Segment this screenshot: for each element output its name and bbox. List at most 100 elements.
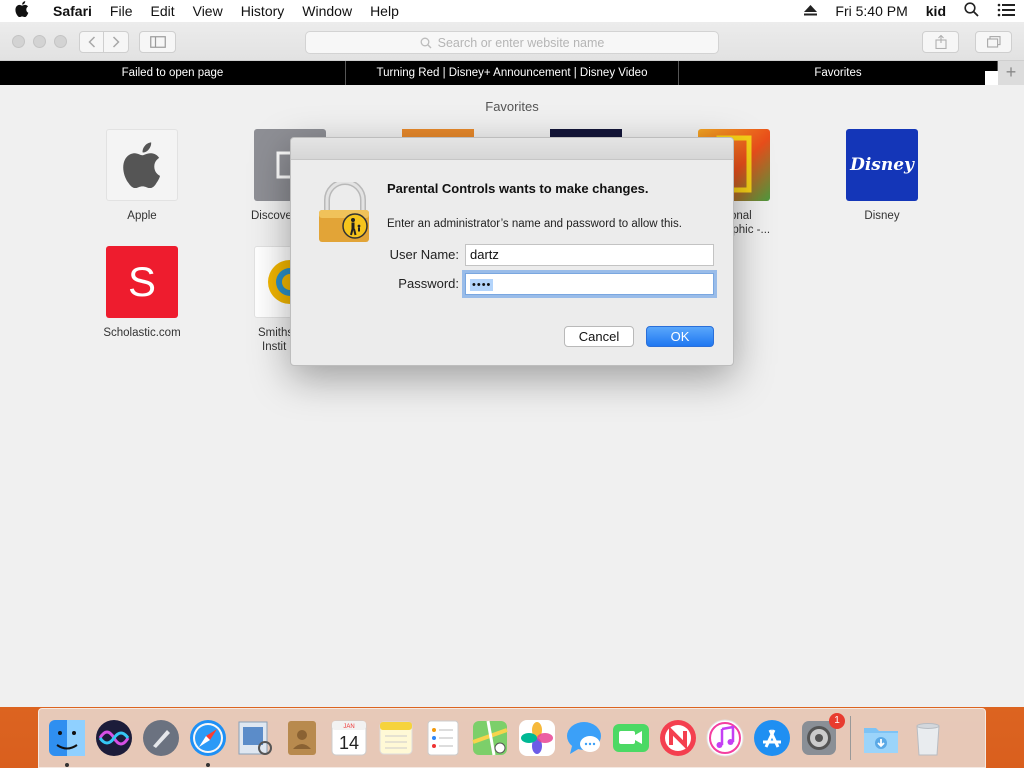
favorite-scholastic[interactable]: S Scholastic.com: [72, 246, 212, 340]
dock-facetime[interactable]: [611, 718, 651, 758]
dialog-title: Parental Controls wants to make changes.: [387, 181, 649, 196]
dock-siri[interactable]: [94, 718, 134, 758]
ok-button[interactable]: OK: [646, 326, 714, 347]
show-tabs-button[interactable]: [975, 31, 1012, 53]
chevron-right-icon: [112, 36, 120, 48]
dock-app-store[interactable]: [752, 718, 792, 758]
menu-safari[interactable]: Safari: [44, 0, 101, 22]
scholastic-logo-icon: S: [106, 246, 178, 318]
dock-trash[interactable]: [908, 718, 948, 758]
menu-window[interactable]: Window: [293, 0, 361, 22]
messages-icon: [567, 722, 601, 754]
favorite-label: Disney: [864, 210, 900, 222]
share-icon: [934, 35, 947, 49]
toolbar: Search or enter website name: [0, 22, 1024, 61]
dock: JAN 14 1: [38, 708, 986, 768]
tabs-overview-icon: [986, 36, 1001, 48]
dock-maps[interactable]: [470, 718, 510, 758]
menu-bar: Safari File Edit View History Window Hel…: [0, 0, 1024, 22]
dock-safari[interactable]: [188, 718, 228, 767]
trash-icon: [916, 723, 940, 756]
dock-contacts[interactable]: [282, 718, 322, 758]
menu-view[interactable]: View: [184, 0, 232, 22]
dock-itunes[interactable]: [705, 718, 745, 758]
photos-icon: [519, 720, 555, 756]
contacts-icon: [288, 721, 316, 755]
favorite-label: Scholastic.com: [103, 327, 181, 339]
sidebar-toggle-button[interactable]: [139, 31, 176, 53]
minimize-window-button[interactable]: [33, 35, 46, 48]
calendar-month: JAN: [343, 724, 354, 730]
share-button[interactable]: [922, 31, 959, 53]
new-tab-button[interactable]: +: [998, 61, 1024, 85]
dock-reminders[interactable]: [423, 718, 463, 758]
favorites-title: Favorites: [485, 99, 539, 114]
menu-help[interactable]: Help: [361, 0, 408, 22]
chevron-left-icon: [87, 36, 95, 48]
address-bar[interactable]: Search or enter website name: [305, 31, 719, 54]
running-indicator: [206, 763, 210, 767]
notification-badge: 1: [829, 713, 845, 729]
news-icon: [660, 720, 696, 756]
menu-history[interactable]: History: [232, 0, 294, 22]
dock-system-preferences[interactable]: 1: [799, 713, 845, 758]
scholastic-logo-text: S: [127, 258, 156, 305]
dock-calendar[interactable]: JAN 14: [329, 718, 369, 758]
notes-icon: [379, 721, 413, 755]
dock-preview[interactable]: [235, 718, 275, 758]
dock-photos[interactable]: [517, 718, 557, 758]
auth-dialog: Parental Controls wants to make changes.…: [290, 137, 734, 366]
menu-edit[interactable]: Edit: [141, 0, 183, 22]
username-field[interactable]: dartz: [465, 244, 714, 266]
tab-favorites[interactable]: Favorites: [679, 61, 998, 85]
parental-controls-lock-icon: [317, 179, 373, 251]
calendar-day: 14: [339, 733, 359, 753]
sidebar-icon: [149, 36, 166, 48]
menubar-user[interactable]: kid: [917, 3, 955, 19]
navigation-buttons: [79, 31, 129, 53]
launchpad-icon: [143, 720, 179, 756]
menu-file[interactable]: File: [101, 0, 142, 22]
maps-icon: [472, 720, 508, 756]
dialog-title-strip: [291, 138, 733, 160]
finder-icon: [49, 720, 85, 756]
siri-icon: [96, 720, 132, 756]
eject-icon[interactable]: [795, 3, 826, 19]
dock-messages[interactable]: [564, 718, 604, 758]
dock-finder[interactable]: [47, 718, 87, 767]
tab-turning-red[interactable]: Turning Red | Disney+ Announcement | Dis…: [346, 61, 679, 85]
dock-downloads[interactable]: [861, 718, 901, 758]
address-placeholder: Search or enter website name: [437, 35, 605, 50]
dock-news[interactable]: [658, 718, 698, 758]
dock-separator: [850, 716, 851, 760]
favorite-apple[interactable]: Apple: [72, 129, 212, 223]
back-button[interactable]: [79, 31, 104, 53]
tab-bar-gap: [985, 71, 998, 85]
favorite-label: Apple: [127, 210, 157, 222]
password-value: ••••: [470, 279, 494, 291]
password-field[interactable]: ••••: [465, 273, 714, 295]
dock-launchpad[interactable]: [141, 718, 181, 758]
favorite-disney[interactable]: Disney Disney: [812, 129, 952, 223]
dock-notes[interactable]: [376, 718, 416, 758]
downloads-folder-icon: [864, 728, 898, 753]
app-store-icon: [754, 720, 790, 756]
zoom-window-button[interactable]: [54, 35, 67, 48]
safari-icon: [190, 720, 226, 756]
tab-bar: Failed to open page Turning Red | Disney…: [0, 61, 1024, 85]
search-icon: [420, 37, 432, 48]
calendar-icon: JAN 14: [331, 720, 367, 756]
dialog-message: Enter an administrator’s name and passwo…: [387, 218, 682, 230]
tab-failed-to-open[interactable]: Failed to open page: [0, 61, 346, 85]
running-indicator: [65, 763, 69, 767]
close-window-button[interactable]: [12, 35, 25, 48]
notification-center-icon[interactable]: [988, 3, 1024, 20]
username-label: User Name:: [389, 247, 459, 262]
itunes-icon: [706, 719, 744, 757]
spotlight-search-icon[interactable]: [955, 2, 988, 20]
disney-logo-text: Disney: [850, 155, 914, 175]
apple-menu-icon[interactable]: [0, 0, 44, 22]
cancel-button[interactable]: Cancel: [564, 326, 634, 347]
forward-button[interactable]: [104, 31, 129, 53]
menubar-clock[interactable]: Fri 5:40 PM: [826, 3, 916, 19]
